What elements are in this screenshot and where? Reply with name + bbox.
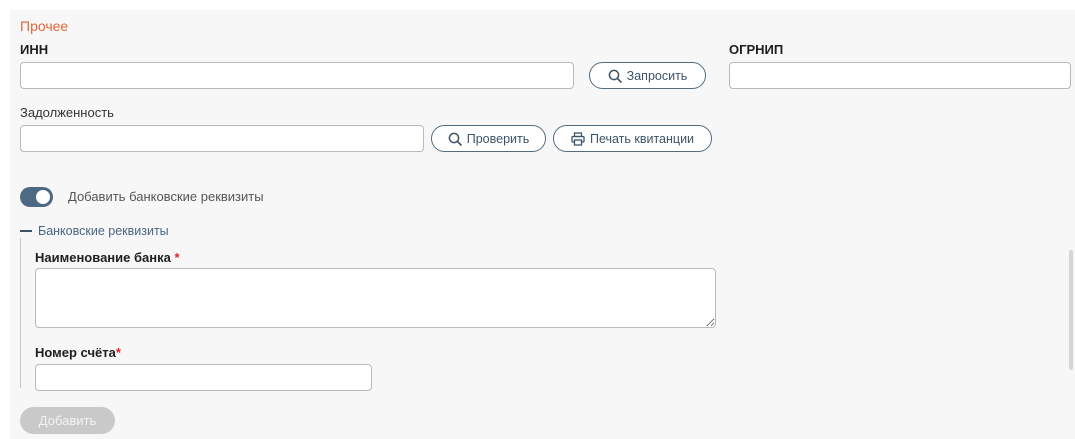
bank-name-label: Наименование банка *: [35, 250, 180, 265]
inn-input[interactable]: [20, 62, 574, 89]
printer-icon: [571, 131, 585, 146]
ogrnip-label: ОГРНИП: [729, 42, 784, 57]
toggle-knob: [36, 190, 50, 204]
required-mark: *: [174, 250, 180, 265]
add-button[interactable]: Добавить: [20, 407, 115, 434]
scrollbar[interactable]: [1069, 250, 1073, 370]
group-divider: [20, 238, 21, 388]
inn-label: ИНН: [20, 42, 49, 57]
required-mark: *: [115, 345, 121, 360]
bank-details-group-title: Банковские реквизиты: [38, 224, 169, 238]
account-number-input[interactable]: [35, 364, 372, 391]
account-number-label-text: Номер счёта: [35, 345, 116, 360]
search-icon: [448, 132, 462, 146]
print-receipt-button[interactable]: Печать квитанции: [553, 125, 712, 152]
bank-name-textarea[interactable]: [35, 268, 716, 328]
bank-name-label-text: Наименование банка: [35, 250, 171, 265]
collapse-icon: [20, 230, 32, 232]
bank-details-group-header[interactable]: Банковские реквизиты: [20, 224, 169, 238]
debt-input[interactable]: [20, 125, 424, 152]
check-button[interactable]: Проверить: [431, 125, 546, 152]
debt-label: Задолженность: [20, 105, 114, 120]
search-icon: [608, 69, 622, 83]
check-button-label: Проверить: [466, 131, 530, 146]
section-title: Прочее: [20, 18, 69, 34]
request-button[interactable]: Запросить: [589, 62, 706, 89]
bank-details-toggle[interactable]: [20, 187, 53, 207]
request-button-label: Запросить: [626, 68, 688, 83]
print-receipt-button-label: Печать квитанции: [589, 131, 695, 146]
ogrnip-input[interactable]: [729, 62, 1071, 89]
account-number-label: Номер счёта*: [35, 345, 121, 360]
bank-details-toggle-label: Добавить банковские реквизиты: [68, 189, 264, 204]
